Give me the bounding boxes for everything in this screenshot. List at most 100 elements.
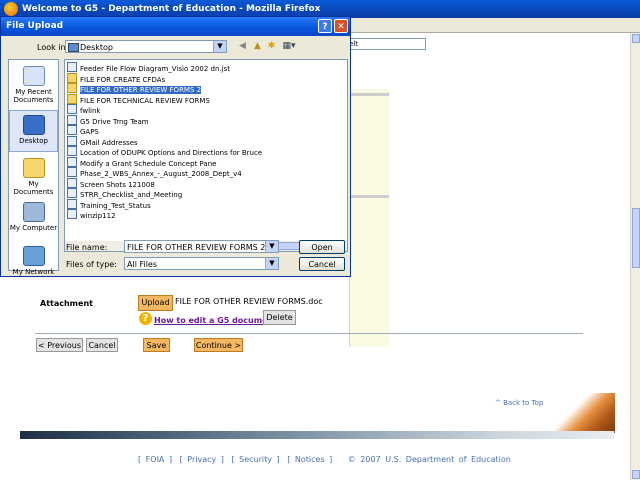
folder-item-selected[interactable]: FILE FOR OTHER REVIEW FORMS 2 <box>67 83 203 95</box>
folder-icon <box>67 93 77 104</box>
notices-link[interactable]: [ Notices ] <box>287 455 332 464</box>
file-name-value: FILE FOR OTHER REVIEW FORMS 2 <box>127 243 266 252</box>
file-icon <box>67 114 77 125</box>
place-my-documents[interactable]: My Documents <box>9 158 58 196</box>
attachment-label: Attachment <box>40 299 93 308</box>
place-label: My Documents <box>13 180 54 196</box>
file-item[interactable]: GAPS <box>67 125 99 136</box>
file-list[interactable]: Feeder File Flow Diagram_Visio 2002 dn.j… <box>64 59 348 252</box>
file-type-value: All Files <box>127 260 158 269</box>
file-item[interactable]: Training_Test_Status <box>67 198 151 210</box>
file-type-select[interactable]: All Files ▼ <box>124 257 279 270</box>
my-documents-icon <box>22 158 45 178</box>
place-my-network[interactable]: My Network <box>9 246 58 276</box>
dialog-title: File Upload <box>6 21 64 31</box>
dialog-titlebar: File Upload ? ✕ <box>1 17 350 36</box>
firefox-icon <box>4 2 18 16</box>
yellow-panel <box>349 89 390 347</box>
close-icon[interactable]: ✕ <box>334 19 348 33</box>
folder-item[interactable]: FILE FOR CREATE CFDAs <box>67 72 165 84</box>
file-item[interactable]: Phase_2_WBS_Annex_-_August_2008_Dept_v4 <box>67 167 242 178</box>
section-divider <box>35 333 583 334</box>
help-icon[interactable]: ? <box>318 19 332 33</box>
security-link[interactable]: [ Security ] <box>231 455 279 464</box>
file-item[interactable]: STRR_Checklist_and_Meeting <box>67 188 182 199</box>
recent-documents-icon <box>22 66 45 86</box>
file-item[interactable]: Feeder File Flow Diagram_Visio 2002 dn.j… <box>67 62 230 73</box>
scrollbar-thumb[interactable] <box>632 208 640 268</box>
file-icon <box>67 146 77 156</box>
scroll-down-arrow[interactable] <box>632 470 640 479</box>
attached-file-name: FILE FOR OTHER REVIEW FORMS.doc <box>175 297 323 306</box>
file-item[interactable]: Location of ODUPK Options and Directions… <box>67 146 262 157</box>
chevron-down-icon[interactable]: ▼ <box>265 258 278 269</box>
file-item[interactable]: Modify a Grant Schedule Concept Pane <box>67 156 216 168</box>
place-label: Desktop <box>19 137 48 145</box>
file-upload-dialog: File Upload ? ✕ Look in: Desktop ▼ ◀ ▲ ✱… <box>0 16 351 277</box>
panel-divider <box>349 195 389 198</box>
help-link[interactable]: How to edit a G5 document <box>154 316 277 325</box>
chevron-down-icon[interactable]: ▼ <box>265 241 278 252</box>
footer-band <box>20 431 614 439</box>
places-bar: My Recent Documents Desktop My Documents… <box>8 59 59 276</box>
file-name-input[interactable]: FILE FOR OTHER REVIEW FORMS 2 ▼ <box>124 240 279 253</box>
place-my-computer[interactable]: My Computer <box>9 202 58 232</box>
file-icon <box>67 125 77 135</box>
my-network-icon <box>22 246 45 266</box>
footer-decoration <box>555 393 615 433</box>
file-item[interactable]: fwlink <box>67 104 100 115</box>
place-label: My Recent Documents <box>13 88 54 104</box>
file-icon <box>67 62 77 72</box>
file-icon <box>67 177 77 188</box>
file-icon <box>67 135 77 146</box>
background-input[interactable]: elt <box>346 38 426 50</box>
file-item[interactable]: winzip112 <box>67 209 116 220</box>
new-folder-icon[interactable]: ✱ <box>266 41 277 52</box>
help-icon: ? <box>139 312 152 325</box>
previous-button[interactable]: < Previous <box>36 338 83 352</box>
footer-links: [ FOIA ] [ Privacy ] [ Security ] [ Noti… <box>138 455 514 464</box>
foia-link[interactable]: [ FOIA ] <box>138 455 172 464</box>
file-item[interactable]: Screen Shots 121008 <box>67 177 155 189</box>
file-name-label: File name: <box>66 243 108 252</box>
panel-divider <box>349 93 389 96</box>
copyright-text: © 2007 U.S. Department of Education <box>347 455 511 464</box>
folder-icon <box>67 72 77 83</box>
continue-button[interactable]: Continue > <box>194 338 243 352</box>
delete-button[interactable]: Delete <box>263 310 296 325</box>
file-type-label: Files of type: <box>66 260 117 269</box>
look-in-value: Desktop <box>80 43 113 52</box>
cancel-button[interactable]: Cancel <box>86 338 118 352</box>
file-item[interactable]: GMail Addresses <box>67 135 138 147</box>
up-folder-icon[interactable]: ▲ <box>252 41 263 52</box>
view-menu-icon[interactable]: ▦▾ <box>281 41 297 52</box>
look-in-select[interactable]: Desktop ▼ <box>65 40 227 53</box>
winzip-icon <box>67 209 77 219</box>
place-label: My Network <box>12 268 55 276</box>
place-label: My Computer <box>9 224 58 232</box>
back-icon[interactable]: ◀ <box>237 41 248 52</box>
my-computer-icon <box>22 202 45 222</box>
dialog-cancel-button[interactable]: Cancel <box>299 257 345 271</box>
upload-button[interactable]: Upload <box>138 295 173 311</box>
back-to-top-link[interactable]: ^ Back to Top <box>495 399 543 407</box>
file-icon <box>67 198 77 209</box>
file-icon <box>67 188 77 198</box>
file-item[interactable]: G5 Drive Trng Team <box>67 114 149 126</box>
look-in-label: Look in: <box>37 43 69 52</box>
privacy-link[interactable]: [ Privacy ] <box>180 455 224 464</box>
file-icon <box>67 156 77 167</box>
place-recent-documents[interactable]: My Recent Documents <box>9 66 58 104</box>
link-icon <box>67 104 77 114</box>
page-scrollbar[interactable] <box>630 33 640 480</box>
save-button[interactable]: Save <box>143 338 170 352</box>
folder-icon <box>67 83 77 93</box>
file-icon <box>67 167 77 177</box>
folder-item[interactable]: FILE FOR TECHNICAL REVIEW FORMS <box>67 93 210 105</box>
desktop-icon <box>22 115 45 135</box>
desktop-icon <box>68 43 79 52</box>
open-button[interactable]: Open <box>299 240 345 254</box>
scroll-up-arrow[interactable] <box>632 34 640 43</box>
place-desktop[interactable]: Desktop <box>9 110 58 152</box>
chevron-down-icon[interactable]: ▼ <box>213 41 226 52</box>
